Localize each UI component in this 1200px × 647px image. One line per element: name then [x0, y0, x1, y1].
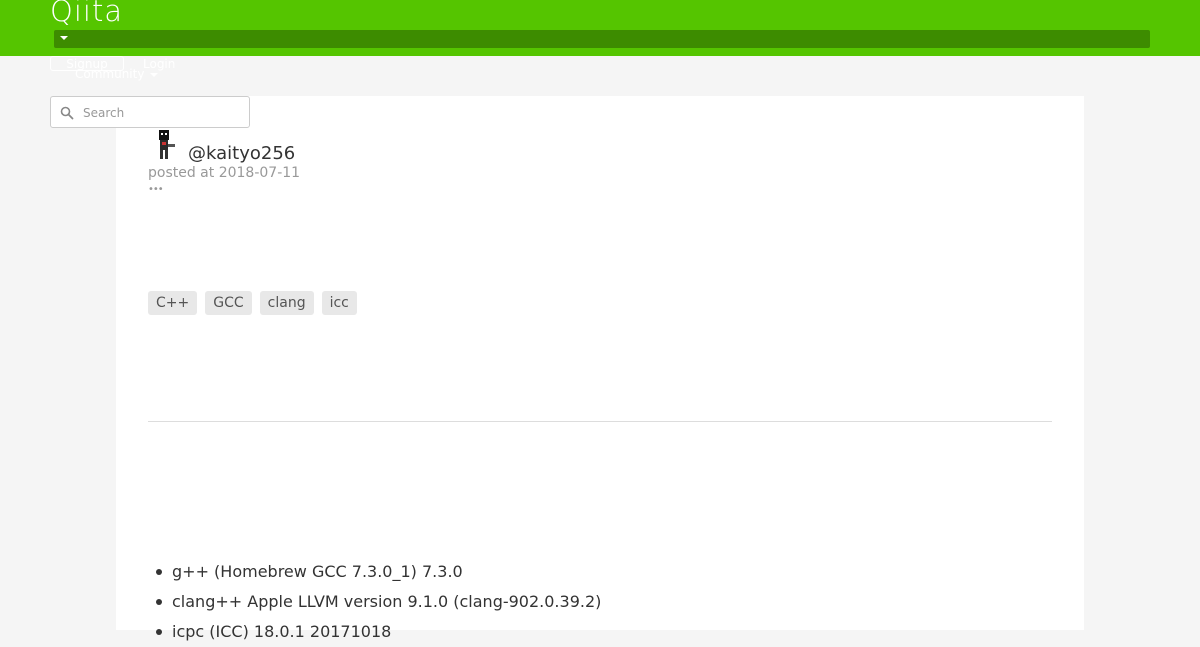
list-item: icpc (ICC) 18.0.1 20171018	[148, 617, 601, 647]
search-icon	[60, 106, 74, 120]
author-name[interactable]: @kaityo256	[188, 143, 295, 164]
section-divider	[148, 421, 1052, 422]
tag-clang[interactable]: clang	[259, 291, 314, 315]
tag-gcc[interactable]: GCC	[205, 291, 252, 315]
top-navbar: Qiita	[0, 0, 1200, 56]
user-avatar[interactable]	[155, 130, 177, 160]
tag-icc[interactable]: icc	[321, 291, 357, 315]
posted-date: posted at 2018-07-11	[148, 165, 301, 181]
search-input[interactable]	[81, 101, 245, 125]
qiita-logo[interactable]: Qiita	[50, 0, 123, 28]
environment-list: g++ (Homebrew GCC 7.3.0_1) 7.3.0 clang++…	[148, 557, 601, 647]
tag-list: C++ GCC clang icc	[148, 291, 357, 315]
chevron-down-icon	[150, 73, 158, 77]
search-box[interactable]	[50, 96, 250, 128]
caret-down-icon	[60, 36, 68, 40]
list-item: clang++ Apple LLVM version 9.1.0 (clang-…	[148, 587, 601, 617]
nav-menu-bar[interactable]	[54, 30, 1150, 48]
tag-cpp[interactable]: C++	[148, 291, 198, 315]
more-options-icon[interactable]: •••	[148, 185, 164, 195]
login-link[interactable]: Login	[143, 56, 175, 72]
community-menu[interactable]: Community	[75, 66, 144, 82]
list-item: g++ (Homebrew GCC 7.3.0_1) 7.3.0	[148, 557, 601, 587]
